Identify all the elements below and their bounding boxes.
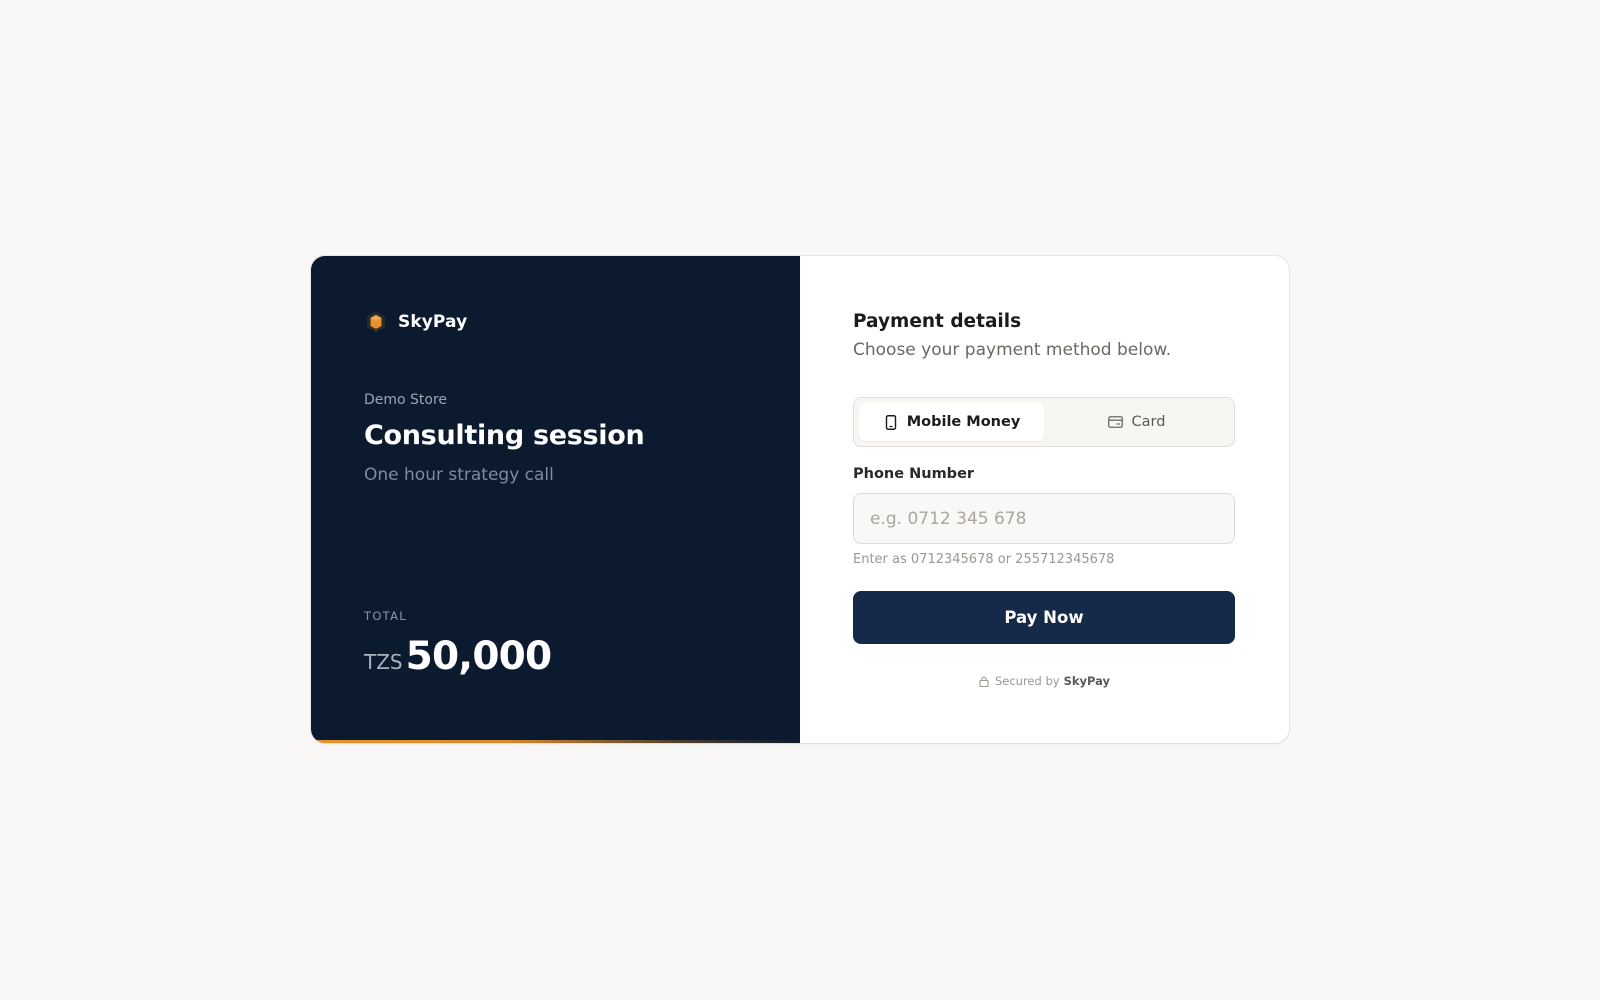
- store-name: Demo Store: [364, 392, 448, 408]
- tab-mobile-money[interactable]: Mobile Money: [859, 403, 1044, 441]
- product-description: One hour strategy call: [364, 465, 554, 485]
- order-summary-panel: SkyPay Demo Store Consulting session One…: [311, 256, 800, 743]
- tab-card[interactable]: Card: [1044, 403, 1229, 441]
- pay-now-button[interactable]: Pay Now: [853, 591, 1235, 644]
- tab-label: Card: [1131, 414, 1166, 430]
- secured-by-footer: Secured by SkyPay: [800, 674, 1289, 688]
- credit-card-icon: [1108, 414, 1124, 430]
- brand-name: SkyPay: [398, 312, 468, 332]
- lock-icon: [979, 675, 990, 687]
- currency-code: TZS: [364, 650, 403, 674]
- page: SkyPay Demo Store Consulting session One…: [0, 0, 1600, 1000]
- payment-title: Payment details: [853, 311, 1022, 332]
- checkout-card: SkyPay Demo Store Consulting session One…: [311, 256, 1289, 743]
- brand: SkyPay: [364, 310, 467, 334]
- tab-label: Mobile Money: [906, 414, 1021, 430]
- phone-number-label: Phone Number: [853, 466, 975, 482]
- payment-method-tabs: Mobile Money Card: [853, 397, 1235, 447]
- payment-subtitle: Choose your payment method below.: [853, 340, 1172, 360]
- secured-text: Secured by: [994, 674, 1060, 688]
- total-amount: TZS 50,000: [364, 634, 553, 679]
- hexagon-logo-icon: [364, 310, 388, 334]
- payment-panel: Payment details Choose your payment meth…: [800, 256, 1289, 743]
- product-title: Consulting session: [364, 420, 645, 451]
- amount-value: 50,000: [405, 634, 553, 679]
- phone-hint: Enter as 0712345678 or 255712345678: [853, 552, 1115, 567]
- phone-number-input[interactable]: [853, 493, 1235, 544]
- accent-bar: [311, 740, 800, 743]
- phone-icon: [883, 414, 899, 430]
- total-label: TOTAL: [364, 609, 407, 623]
- secured-brand: SkyPay: [1063, 674, 1111, 688]
